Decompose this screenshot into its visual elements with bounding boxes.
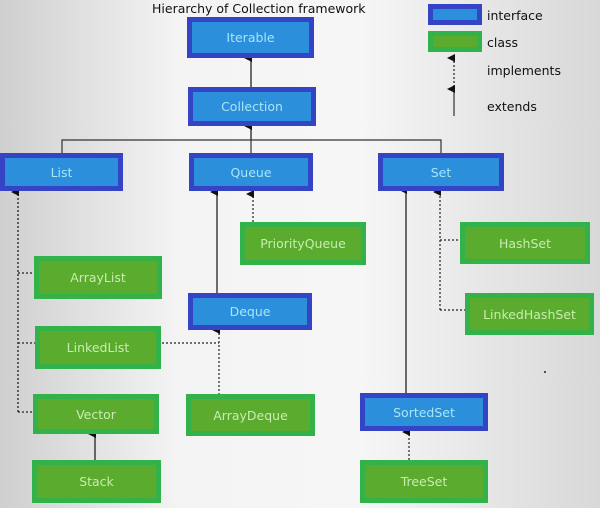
node-linkedlist-label: LinkedList — [66, 340, 130, 355]
node-vector: Vector — [33, 394, 159, 434]
node-arraydeque: ArrayDeque — [186, 394, 315, 436]
node-sortedset-label: SortedSet — [393, 404, 455, 420]
node-arraylist-label: ArrayList — [70, 270, 126, 285]
node-set: Set — [378, 153, 504, 191]
diagram-title: Hierarchy of Collection framework — [152, 1, 366, 16]
node-stack-label: Stack — [79, 474, 114, 489]
node-hashset: HashSet — [460, 222, 590, 264]
node-deque-label: Deque — [229, 304, 271, 319]
node-arraylist: ArrayList — [34, 256, 162, 299]
node-priorityqueue-label: PriorityQueue — [260, 236, 346, 251]
stray-dot — [544, 371, 546, 373]
legend-extends-label: extends — [487, 99, 537, 114]
node-linkedhashset-label: LinkedHashSet — [483, 306, 576, 322]
node-set-label: Set — [430, 164, 452, 180]
node-treeset: TreeSet — [360, 460, 488, 503]
legend-class-label: class — [487, 35, 519, 50]
node-list: List — [0, 153, 123, 191]
legend-class-swatch — [428, 31, 482, 52]
collection-hierarchy-diagram: Hierarchy of Collection framework interf… — [0, 0, 600, 508]
node-linkedlist: LinkedList — [35, 326, 161, 369]
node-iterable-label: Iterable — [226, 30, 275, 45]
node-stack: Stack — [32, 460, 161, 503]
node-collection-label: Collection — [221, 99, 283, 114]
node-priorityqueue: PriorityQueue — [240, 222, 366, 265]
node-treeset-label: TreeSet — [400, 474, 448, 489]
node-arraydeque-label: ArrayDeque — [213, 407, 288, 423]
node-hashset-label: HashSet — [498, 235, 552, 251]
legend-implements-label: implements — [487, 63, 561, 78]
node-linkedhashset: LinkedHashSet — [465, 293, 594, 335]
node-queue-label: Queue — [230, 164, 272, 180]
node-deque: Deque — [188, 293, 312, 330]
legend-interface-label: interface — [487, 8, 543, 23]
legend-interface-swatch — [428, 4, 482, 25]
node-sortedset: SortedSet — [360, 393, 488, 431]
node-queue: Queue — [189, 153, 313, 191]
node-iterable: Iterable — [187, 17, 314, 58]
node-vector-label: Vector — [76, 406, 116, 422]
node-list-label: List — [50, 164, 73, 180]
node-collection: Collection — [188, 87, 316, 126]
